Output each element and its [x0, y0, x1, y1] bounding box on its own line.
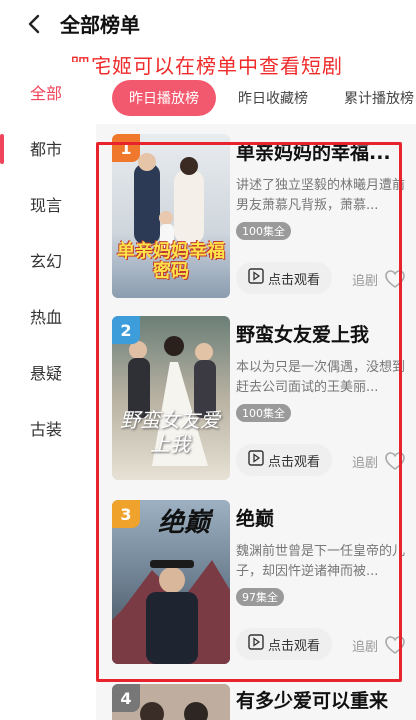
watch-button[interactable]: 点击观看	[236, 444, 332, 476]
drama-poster[interactable]: 1 单亲妈妈幸福密码	[112, 134, 230, 298]
play-icon	[248, 268, 264, 288]
back-arrow-icon[interactable]	[22, 12, 46, 36]
sidebar-item-modern-romance[interactable]: 现言	[0, 176, 96, 232]
play-icon	[248, 450, 264, 470]
list-item[interactable]: 1 单亲妈妈幸福密码 单亲妈妈的幸福... 讲述了独立坚毅的林曦月遭前男友萧慕凡…	[112, 134, 416, 302]
watch-button[interactable]: 点击观看	[236, 262, 332, 294]
sidebar-item-mystery[interactable]: 悬疑	[0, 344, 96, 400]
follow-label[interactable]: 追剧	[352, 452, 378, 471]
drama-description: 魏渊前世曾是下一任皇帝的儿子，却因忤逆诸神而被...	[236, 544, 406, 579]
rank-badge: 1	[112, 134, 140, 162]
sidebar-item-urban[interactable]: 都市	[0, 120, 96, 176]
drama-title[interactable]: 野蛮女友爱上我	[236, 320, 416, 347]
list-item[interactable]: 3 绝巅 绝巅 魏渊前世曾是下一任皇帝的儿子，却因忤逆诸神而被... 97集全 …	[112, 500, 416, 668]
episode-count-badge: 97集全	[236, 588, 284, 606]
list-item[interactable]: 2 野蛮女友爱上我 野蛮女友爱上我 本以为只是一次偶遇，没想到赶去公司面试的王美…	[112, 316, 416, 484]
tab-yesterday-plays[interactable]: 昨日播放榜	[112, 80, 216, 116]
tab-yesterday-favorites[interactable]: 昨日收藏榜	[228, 80, 318, 116]
watch-button-label: 点击观看	[267, 638, 320, 654]
tab-total-plays[interactable]: 累计播放榜	[334, 80, 416, 116]
episode-count-badge: 100集全	[236, 404, 291, 422]
annotation-caption: 肥宅姬可以在榜单中查看短剧	[70, 54, 343, 78]
poster-title-art: 绝巅	[157, 508, 210, 538]
play-icon	[248, 634, 264, 654]
watch-button[interactable]: 点击观看	[236, 628, 332, 660]
drama-description: 本以为只是一次偶遇，没想到赶去公司面试的王美丽...	[236, 360, 406, 395]
follow-label[interactable]: 追剧	[352, 270, 378, 289]
poster-title-art: 野蛮女友爱上我	[120, 408, 220, 456]
sidebar-item-action[interactable]: 热血	[0, 288, 96, 344]
drama-poster[interactable]: 4	[112, 684, 230, 720]
drama-description: 讲述了独立坚毅的林曦月遭前男友萧慕凡背叛，萧慕...	[236, 178, 406, 213]
follow-label[interactable]: 追剧	[352, 636, 378, 655]
watch-button-label: 点击观看	[267, 272, 320, 288]
rank-badge: 2	[112, 316, 140, 344]
page-title: 全部榜单	[60, 13, 140, 37]
list-item[interactable]: 4 有多少爱可以重来	[112, 684, 416, 720]
drama-poster[interactable]: 2 野蛮女友爱上我	[112, 316, 230, 480]
category-sidebar: 全部 都市 现言 玄幻 热血 悬疑 古装	[0, 62, 96, 720]
rank-badge: 4	[112, 684, 140, 712]
poster-title-art: 单亲妈妈幸福密码	[117, 241, 225, 282]
rank-badge: 3	[112, 500, 140, 528]
sidebar-item-all[interactable]: 全部	[0, 64, 96, 120]
sidebar-item-fantasy[interactable]: 玄幻	[0, 232, 96, 288]
heart-icon[interactable]	[384, 450, 406, 472]
drama-poster[interactable]: 3 绝巅	[112, 500, 230, 664]
drama-title[interactable]: 绝巅	[236, 504, 416, 531]
heart-icon[interactable]	[384, 634, 406, 656]
watch-button-label: 点击观看	[267, 454, 320, 470]
episode-count-badge: 100集全	[236, 222, 291, 240]
top-bar: 全部榜单	[0, 0, 416, 48]
sidebar-item-costume[interactable]: 古装	[0, 400, 96, 456]
ranking-tabs: 昨日播放榜 昨日收藏榜 累计播放榜	[96, 80, 416, 118]
drama-title[interactable]: 有多少爱可以重来	[236, 686, 416, 713]
drama-title[interactable]: 单亲妈妈的幸福...	[236, 138, 416, 165]
heart-icon[interactable]	[384, 268, 406, 290]
